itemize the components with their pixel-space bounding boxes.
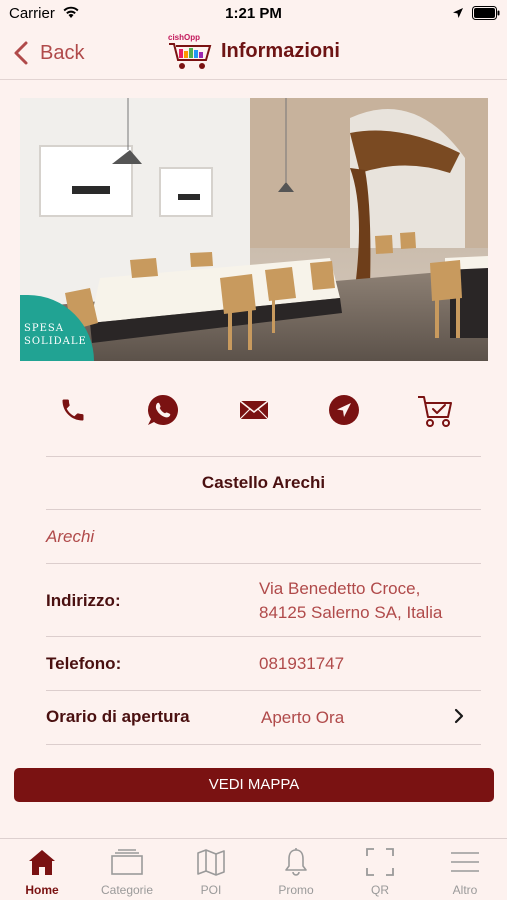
tab-categories[interactable]: Categorie [85,839,169,900]
phone-icon [62,399,84,421]
tab-categories-label: Categorie [100,883,154,897]
categories-icon [111,849,143,875]
address-line-1: Via Benedetto Croce, [259,579,421,598]
view-map-button[interactable]: VEDI MAPPA [14,768,494,802]
tab-qr[interactable]: QR [338,839,422,900]
address-value: Via Benedetto Croce, 84125 Salerno SA, I… [259,577,442,625]
badge-line-2: SOLIDALE [24,336,87,347]
divider [46,744,481,745]
chevron-left-icon [14,41,28,65]
tab-more-label: Altro [452,883,478,897]
tab-home[interactable]: Home [0,839,84,900]
navigation-bar: Back cishOpp Informazioni [0,28,507,80]
navigation-icon [329,395,359,425]
tab-promo[interactable]: Promo [254,839,338,900]
whatsapp-icon [148,395,178,425]
tab-promo-label: Promo [278,883,314,897]
status-bar: Carrier 1:21 PM [0,0,507,28]
tab-home-label: Home [25,883,59,897]
opening-hours-row[interactable]: Orario di apertura Aperto Ora [46,690,481,744]
svg-text:cishOpp: cishOpp [168,33,200,42]
home-icon [29,850,55,875]
venue-name: Castello Arechi [201,473,326,492]
back-button[interactable]: Back [10,38,84,68]
divider [46,509,481,510]
location-arrow-icon [453,8,463,18]
hours-label: Orario di apertura [46,707,190,726]
email-button[interactable] [232,388,276,432]
whatsapp-button[interactable] [141,388,185,432]
venue-subtitle: Arechi [46,527,95,546]
clock: 1:21 PM [225,5,282,22]
back-label: Back [40,41,85,64]
phone-value[interactable]: 081931747 [259,652,344,676]
app-logo: cishOpp [168,33,212,69]
divider [46,636,481,637]
badge-line-1: SPESA [24,323,64,334]
map-icon [197,849,225,876]
call-button[interactable] [51,388,95,432]
tab-more[interactable]: Altro [423,839,507,900]
shop-button[interactable] [413,388,457,432]
tab-poi-label: POI [200,883,222,897]
tab-poi[interactable]: POI [169,839,253,900]
menu-icon [451,852,479,872]
page-title: Informazioni [221,40,340,62]
divider [46,456,481,457]
contact-actions [0,388,507,434]
mail-icon [239,400,269,420]
phone-label: Telefono: [46,654,122,673]
qr-scan-icon [366,848,394,876]
cart-check-icon [418,396,452,427]
venue-photo: SPESA SOLIDALE [20,98,488,361]
battery-icon [472,6,500,20]
tab-bar: Home Categorie POI Promo QR Altro [0,838,507,900]
bell-icon [285,848,307,876]
chevron-right-icon [454,708,464,724]
divider [46,563,481,564]
tab-qr-label: QR [371,883,389,897]
address-line-2: 84125 Salerno SA, Italia [259,603,443,622]
directions-button[interactable] [322,388,366,432]
hours-status: Aperto Ora [261,708,345,727]
address-label: Indirizzo: [46,591,121,610]
